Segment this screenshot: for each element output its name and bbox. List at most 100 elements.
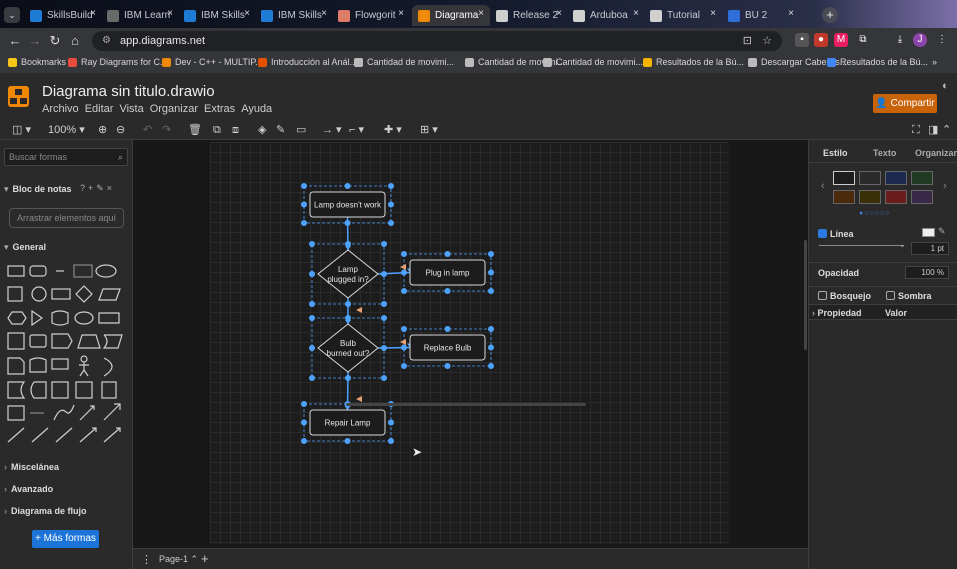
list-shape-icon[interactable] xyxy=(101,381,117,399)
bookmark-item[interactable]: Bookmarks xyxy=(8,57,66,67)
textbox-shape-icon[interactable] xyxy=(73,264,93,278)
data-storage-shape-icon[interactable] xyxy=(7,381,26,399)
cylinder-shape-icon[interactable] xyxy=(51,310,69,326)
decision-node[interactable] xyxy=(317,249,379,299)
trapezoid-shape-icon[interactable] xyxy=(77,334,101,349)
advanced-section-header[interactable]: › Avanzado xyxy=(4,484,53,494)
menu-item[interactable]: Ayuda xyxy=(241,103,272,115)
resize-handle[interactable] xyxy=(309,315,315,321)
diamond-shape-icon[interactable] xyxy=(75,285,93,303)
tab-style[interactable]: Estilo xyxy=(823,148,848,158)
chevron-down-icon[interactable]: ⌄ xyxy=(899,240,906,249)
resize-handle[interactable] xyxy=(344,183,351,189)
pages-menu-icon[interactable]: ⋮ xyxy=(141,553,152,566)
browser-tab[interactable]: IBM Learn × xyxy=(101,5,179,26)
bookmark-star-icon[interactable]: ☆ xyxy=(762,31,772,51)
scratchpad-actions[interactable]: ?+✎× xyxy=(80,183,115,194)
resize-handle[interactable] xyxy=(488,363,494,369)
table-shape-icon[interactable] xyxy=(7,405,25,421)
note-shape-icon[interactable] xyxy=(29,334,47,348)
close-tab-icon[interactable]: × xyxy=(556,8,562,19)
resize-handle[interactable] xyxy=(444,363,451,369)
grid-shape-icon[interactable] xyxy=(75,381,93,399)
arrow-icon[interactable] xyxy=(103,403,121,421)
menu-item[interactable]: Extras xyxy=(204,103,235,115)
resize-handle[interactable] xyxy=(381,301,387,307)
install-app-icon[interactable]: ⊡ xyxy=(743,31,752,51)
resize-handle[interactable] xyxy=(301,220,307,226)
resize-handle[interactable] xyxy=(488,288,494,294)
chevron-left-icon[interactable]: ‹ xyxy=(821,180,825,192)
extension-red-icon[interactable]: ● xyxy=(814,33,828,47)
profile-avatar[interactable]: J xyxy=(913,33,927,47)
line-toggle[interactable]: Línea xyxy=(818,229,854,239)
document-title[interactable]: Diagrama sin titulo.drawio xyxy=(42,83,215,100)
close-tab-icon[interactable]: × xyxy=(321,8,327,19)
view-panels-icon[interactable]: ◫ ▾ xyxy=(12,123,31,137)
sketch-toggle[interactable]: Bosquejo xyxy=(818,291,871,301)
resize-handle[interactable] xyxy=(301,401,307,407)
menu-item[interactable]: Editar xyxy=(85,103,114,115)
flowchart[interactable]: Lamp doesn't work Lampplugged in? Plug in … xyxy=(210,142,729,544)
browser-tab[interactable]: Flowgorit × xyxy=(332,5,410,26)
rectangle-shape-icon[interactable] xyxy=(7,265,25,277)
search-shapes-input[interactable]: Buscar formas ⌕ xyxy=(4,148,128,166)
resize-handle[interactable] xyxy=(401,326,407,332)
table-icon[interactable]: ⊞ ▾ xyxy=(420,123,438,137)
home-icon[interactable]: ⌂ xyxy=(66,32,84,50)
internal-storage-shape-icon[interactable] xyxy=(29,357,47,373)
edit-icon[interactable]: ✎ xyxy=(938,226,946,237)
line-color-swatch[interactable] xyxy=(922,228,935,237)
close-tab-icon[interactable]: × xyxy=(710,8,716,19)
resize-handle[interactable] xyxy=(344,220,351,226)
line-width-input[interactable]: 1 pt xyxy=(911,242,949,255)
resize-handle[interactable] xyxy=(444,326,451,332)
hover-arrow-icon[interactable] xyxy=(356,396,362,402)
style-swatch[interactable] xyxy=(885,190,907,204)
address-bar[interactable]: ⚙ app.diagrams.net ⊡ ☆ xyxy=(92,31,782,51)
resize-handle[interactable] xyxy=(444,288,451,294)
download-icon[interactable]: ⤓ xyxy=(893,33,907,47)
fullscreen-icon[interactable]: ⛶ xyxy=(912,123,920,137)
insert-icon[interactable]: ✚ ▾ xyxy=(384,123,402,137)
resize-handle[interactable] xyxy=(309,301,315,307)
scratchpad-header[interactable]: ▾ Bloc de notas xyxy=(4,184,72,195)
resize-handle[interactable] xyxy=(388,438,394,444)
parallelogram-shape-icon[interactable] xyxy=(98,288,121,301)
hover-arrow-icon[interactable] xyxy=(400,264,406,270)
diagram-canvas[interactable]: Lamp doesn't work Lamp plugged in? Plug in … xyxy=(133,140,808,548)
close-tab-icon[interactable]: × xyxy=(633,8,639,19)
actor-body-icon[interactable] xyxy=(79,362,89,377)
browser-menu-icon[interactable]: ⋮ xyxy=(935,33,949,47)
add-page-icon[interactable]: + xyxy=(201,551,209,566)
resize-handle[interactable] xyxy=(488,344,494,351)
menu-item[interactable]: Vista xyxy=(119,103,143,115)
browser-tab[interactable]: Diagrama × xyxy=(412,5,490,26)
resize-handle[interactable] xyxy=(381,241,387,247)
resize-handle[interactable] xyxy=(401,251,407,257)
or-shape-icon[interactable] xyxy=(103,357,113,377)
resize-handle[interactable] xyxy=(401,269,407,276)
opacity-input[interactable]: 100 % xyxy=(905,266,949,279)
process-shape-icon[interactable] xyxy=(51,288,71,300)
circle-shape-icon[interactable] xyxy=(31,286,47,302)
hexagon-shape-icon[interactable] xyxy=(7,311,27,325)
menu-item[interactable]: Organizar xyxy=(150,103,198,115)
resize-handle[interactable] xyxy=(345,375,351,381)
bookmark-item[interactable]: Resultados de la Bú... xyxy=(643,57,744,67)
bookmark-item[interactable]: Introducción al Anál... xyxy=(258,57,357,67)
display-shape-icon[interactable] xyxy=(30,381,47,399)
to-back-icon[interactable]: ⧈ xyxy=(232,123,239,137)
browser-tab[interactable]: BU 2 × xyxy=(722,5,800,26)
style-swatch[interactable] xyxy=(833,171,855,185)
collapse-icon[interactable]: ⌃ xyxy=(942,123,951,137)
resize-handle[interactable] xyxy=(488,326,494,332)
tab-text[interactable]: Texto xyxy=(873,148,896,158)
resize-handle[interactable] xyxy=(345,301,351,307)
actor-shape-icon[interactable] xyxy=(80,355,88,363)
style-swatch[interactable] xyxy=(859,171,881,185)
resize-handle[interactable] xyxy=(388,201,394,208)
more-shapes-button[interactable]: + Más formas xyxy=(32,530,99,548)
bookmark-item[interactable]: Dev - C++ - MULTIP... xyxy=(162,57,263,67)
horizontal-scrollbar[interactable] xyxy=(346,403,586,406)
